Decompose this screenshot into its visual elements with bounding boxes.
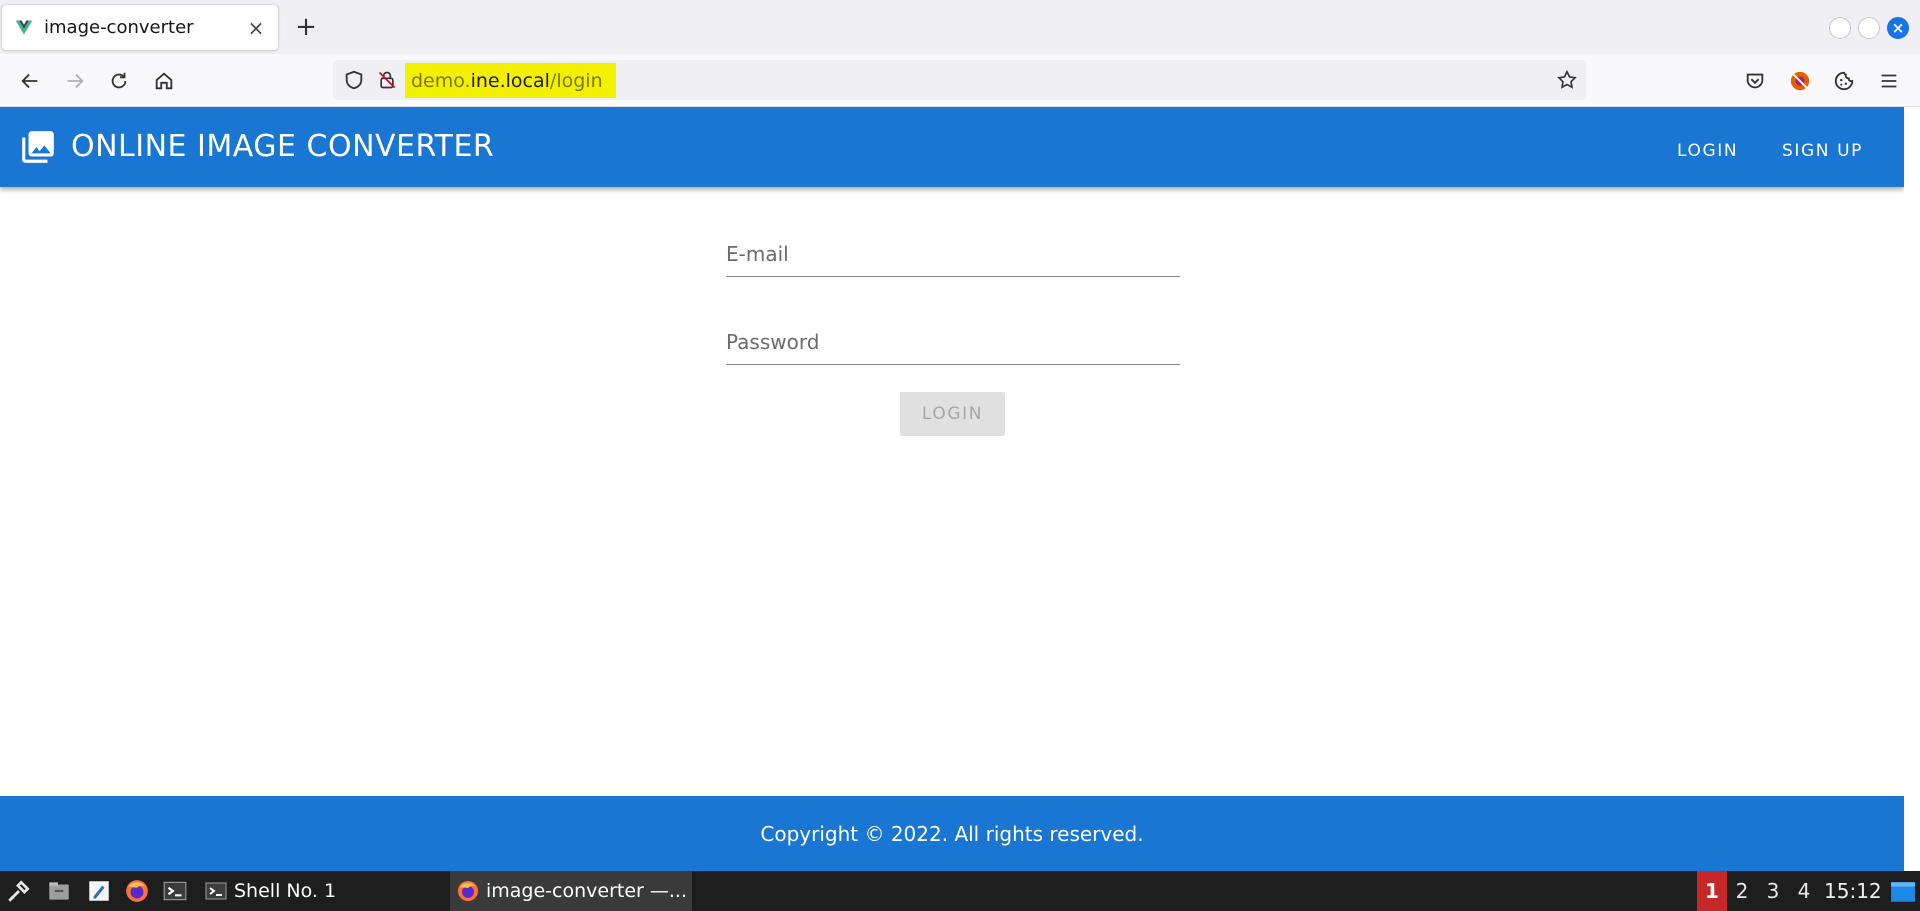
task-label: image-converter —... (486, 880, 688, 902)
insecure-lock-icon[interactable] (377, 69, 397, 91)
tools-menu-icon[interactable] (6, 878, 32, 904)
url-text[interactable]: demo. ine.local/login (405, 63, 616, 98)
email-label: E-mail (726, 242, 789, 266)
bookmark-star-icon[interactable] (1556, 69, 1578, 91)
arrow-left-icon (21, 73, 38, 89)
taskbar-task-shell[interactable]: Shell No. 1 (204, 871, 444, 911)
browser-nav-bar: demo. ine.local/login (0, 54, 1920, 107)
cookie-button[interactable] (1829, 66, 1859, 96)
login-submit-button[interactable]: LOGIN (900, 392, 1005, 436)
url-subdomain: demo. (411, 69, 471, 92)
menu-button[interactable] (1874, 66, 1904, 96)
browser-tab[interactable]: image-converter × (2, 5, 278, 50)
cookie-icon (1834, 71, 1854, 91)
footer: Copyright © 2022. All rights reserved. (0, 796, 1904, 871)
extension-blocked-icon (1790, 71, 1810, 91)
taskbar-task-firefox[interactable]: image-converter —... (450, 871, 692, 911)
clock: 15:12 (1824, 879, 1882, 903)
window-maximize-button[interactable] (1858, 17, 1880, 39)
task-label: Shell No. 1 (234, 880, 337, 902)
forward-button[interactable] (60, 66, 90, 96)
header-login-button[interactable]: LOGIN (1677, 133, 1738, 169)
shield-icon[interactable] (343, 69, 365, 91)
window-minimize-button[interactable] (1829, 17, 1851, 39)
email-field[interactable]: E-mail (726, 232, 1180, 277)
app-title[interactable]: ONLINE IMAGE CONVERTER (71, 129, 494, 164)
header-signup-button[interactable]: SIGN UP (1782, 133, 1863, 169)
file-manager-icon[interactable] (46, 878, 72, 904)
show-desktop-icon[interactable] (1890, 879, 1916, 905)
reload-button[interactable] (104, 66, 134, 96)
browser-tab-bar: image-converter × + × (0, 0, 1920, 54)
terminal-icon (205, 882, 227, 900)
firefox-icon (458, 881, 478, 901)
vue-favicon-icon (15, 20, 33, 35)
window-close-button[interactable]: × (1887, 17, 1909, 39)
page-scrollbar[interactable] (1904, 107, 1920, 871)
image-multiple-icon (22, 131, 54, 163)
extension-button[interactable] (1785, 66, 1815, 96)
workspace-3[interactable]: 3 (1758, 871, 1788, 911)
arrow-right-icon (67, 73, 84, 89)
workspace-2[interactable]: 2 (1727, 871, 1757, 911)
terminal-icon[interactable] (162, 878, 188, 904)
reload-icon (111, 72, 127, 89)
taskbar: Shell No. 1 image-converter —... 1 2 3 4… (0, 871, 1920, 911)
pocket-button[interactable] (1740, 66, 1770, 96)
url-path: /login (549, 69, 603, 92)
back-button[interactable] (15, 66, 45, 96)
password-label: Password (726, 330, 820, 354)
new-tab-button[interactable]: + (292, 12, 320, 42)
password-field[interactable]: Password (726, 320, 1180, 365)
workspace-1[interactable]: 1 (1697, 871, 1727, 911)
firefox-icon[interactable] (124, 878, 150, 904)
text-editor-icon[interactable] (86, 878, 112, 904)
home-button[interactable] (149, 66, 179, 96)
url-bar[interactable]: demo. ine.local/login (333, 60, 1586, 100)
home-icon (155, 72, 173, 90)
url-domain: ine.local (470, 69, 550, 92)
app-header: ONLINE IMAGE CONVERTER LOGIN SIGN UP (0, 107, 1904, 187)
copyright-text: Copyright © 2022. All rights reserved. (760, 821, 1144, 846)
tab-title: image-converter (44, 17, 194, 38)
tab-close-icon[interactable]: × (246, 16, 266, 40)
workspace-4[interactable]: 4 (1789, 871, 1819, 911)
hamburger-menu-icon (1881, 74, 1897, 88)
pocket-icon (1746, 73, 1764, 89)
